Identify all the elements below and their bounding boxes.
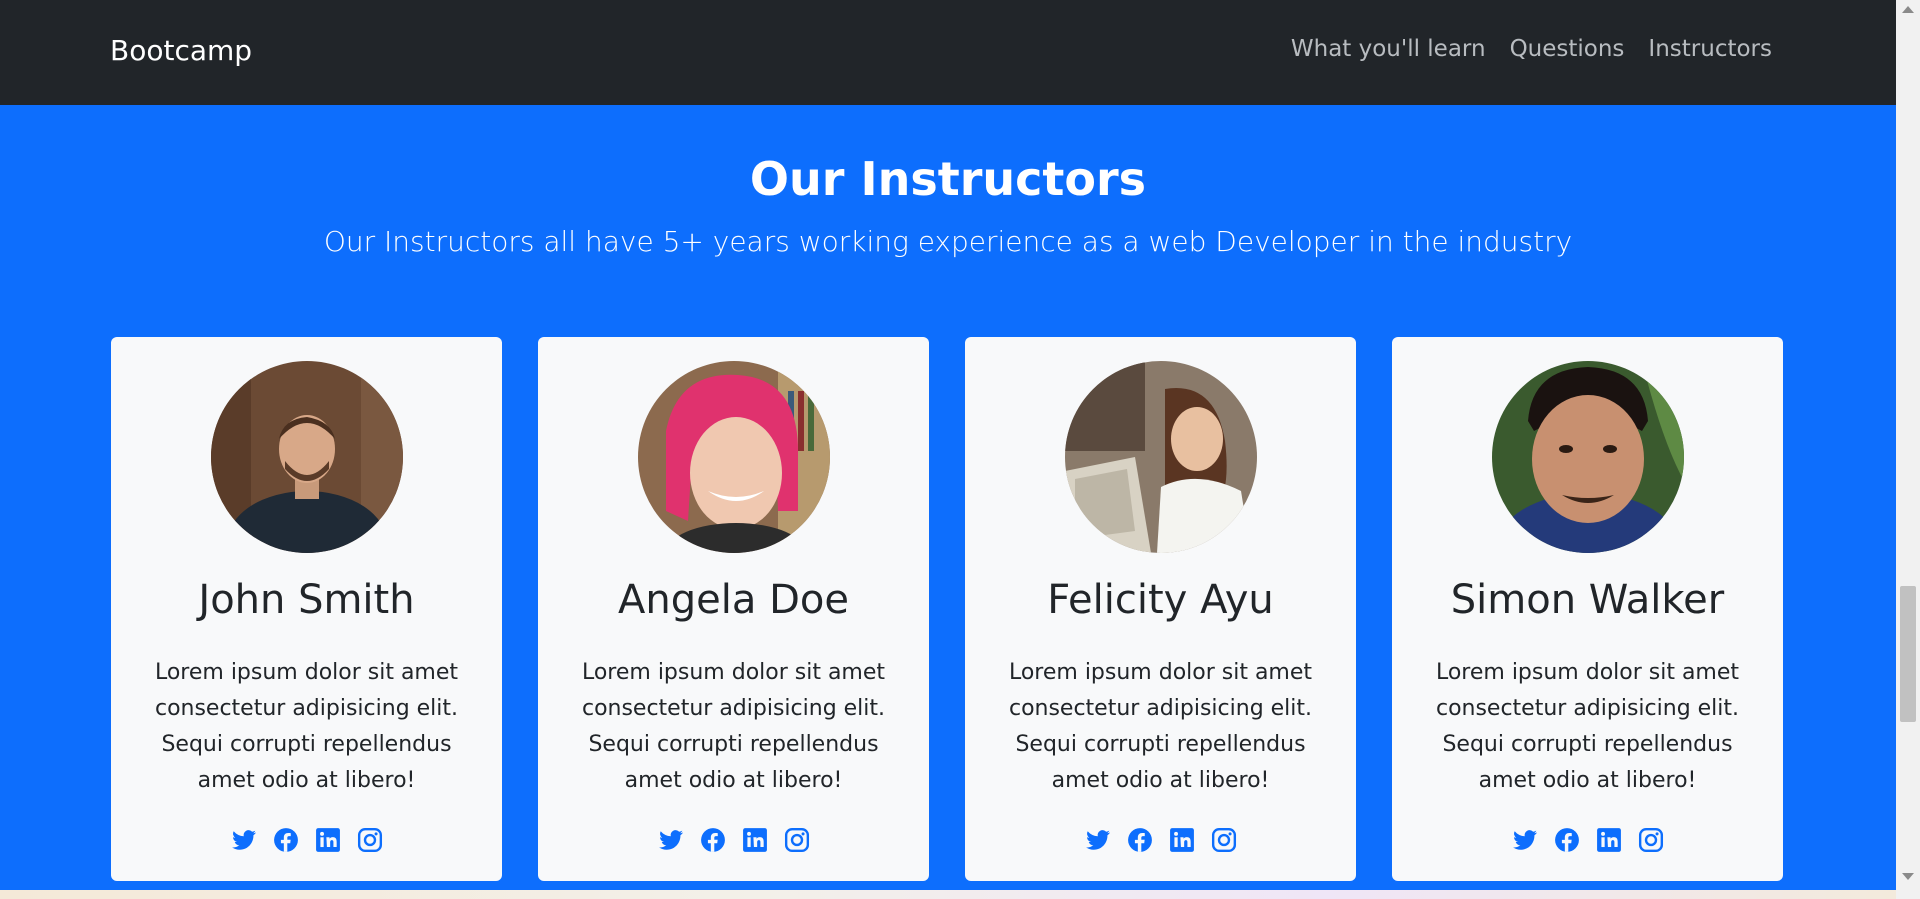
scroll-up-arrow-icon[interactable]: [1902, 6, 1914, 13]
facebook-icon[interactable]: [273, 827, 299, 853]
instructor-card: Angela Doe Lorem ipsum dolor sit amet co…: [538, 337, 929, 881]
avatar: [210, 361, 403, 553]
instagram-icon[interactable]: [357, 827, 383, 853]
navbar: Bootcamp What you'll learn Questions Ins…: [0, 0, 1896, 105]
nav-link-instructors[interactable]: Instructors: [1648, 36, 1772, 62]
window-bottom-edge: [0, 890, 1896, 899]
scrollbar-thumb[interactable]: [1900, 586, 1916, 722]
linkedin-icon[interactable]: [315, 827, 341, 853]
instagram-icon[interactable]: [1211, 827, 1237, 853]
nav-link-learn[interactable]: What you'll learn: [1291, 36, 1486, 62]
social-links: [965, 827, 1356, 853]
instagram-icon[interactable]: [784, 827, 810, 853]
linkedin-icon[interactable]: [1596, 827, 1622, 853]
instructor-card: Felicity Ayu Lorem ipsum dolor sit amet …: [965, 337, 1356, 881]
instructors-section: Our Instructors Our Instructors all have…: [0, 105, 1896, 890]
instructor-bio: Lorem ipsum dolor sit amet consectetur a…: [1435, 660, 1740, 793]
linkedin-icon[interactable]: [1169, 827, 1195, 853]
brand-link[interactable]: Bootcamp: [110, 34, 252, 67]
avatar: [1491, 361, 1684, 553]
instructor-bio: Lorem ipsum dolor sit amet consectetur a…: [154, 660, 459, 793]
social-links: [1392, 827, 1783, 853]
instructor-card: Simon Walker Lorem ipsum dolor sit amet …: [1392, 337, 1783, 881]
social-links: [111, 827, 502, 853]
facebook-icon[interactable]: [1554, 827, 1580, 853]
instructor-cards: John Smith Lorem ipsum dolor sit amet co…: [111, 337, 1783, 881]
instagram-icon[interactable]: [1638, 827, 1664, 853]
section-subtitle: Our Instructors all have 5+ years workin…: [323, 225, 1573, 258]
facebook-icon[interactable]: [700, 827, 726, 853]
instructor-card: John Smith Lorem ipsum dolor sit amet co…: [111, 337, 502, 881]
instructor-name: Felicity Ayu: [1047, 577, 1274, 623]
twitter-icon[interactable]: [1512, 827, 1538, 853]
facebook-icon[interactable]: [1127, 827, 1153, 853]
nav-link-questions[interactable]: Questions: [1510, 36, 1625, 62]
twitter-icon[interactable]: [1085, 827, 1111, 853]
instructor-name: Angela Doe: [618, 577, 849, 623]
instructor-bio: Lorem ipsum dolor sit amet consectetur a…: [1008, 660, 1313, 793]
social-links: [538, 827, 929, 853]
page-scrollbar[interactable]: [1896, 0, 1920, 899]
nav-links: What you'll learn Questions Instructors: [1291, 36, 1772, 62]
instructor-name: John Smith: [198, 577, 415, 623]
linkedin-icon[interactable]: [742, 827, 768, 853]
twitter-icon[interactable]: [231, 827, 257, 853]
scroll-down-arrow-icon[interactable]: [1902, 873, 1914, 880]
section-title: Our Instructors: [749, 152, 1147, 206]
instructor-name: Simon Walker: [1450, 577, 1725, 623]
avatar: [1064, 361, 1257, 553]
instructor-bio: Lorem ipsum dolor sit amet consectetur a…: [581, 660, 886, 793]
avatar: [637, 361, 830, 553]
twitter-icon[interactable]: [658, 827, 684, 853]
